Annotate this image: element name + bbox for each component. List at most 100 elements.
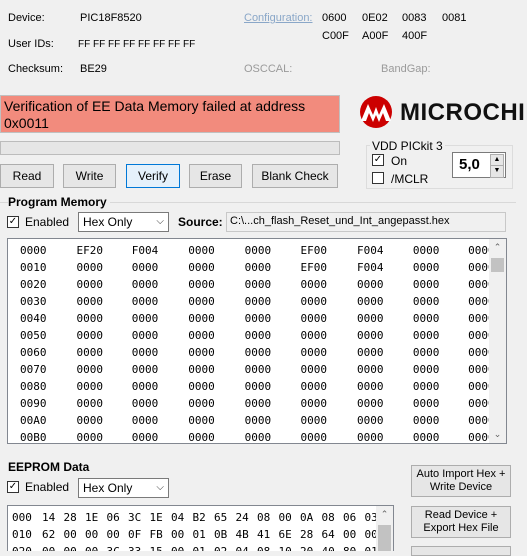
vdd-on-checkbox[interactable]: ✓ [372, 154, 384, 166]
data-cell[interactable]: 0000 [287, 327, 343, 344]
data-cell[interactable]: 0000 [343, 429, 399, 443]
data-cell[interactable]: 0000 [231, 327, 287, 344]
program-mode-select[interactable]: Hex Only ⌵ [78, 212, 169, 232]
data-cell[interactable]: 0000 [62, 259, 117, 276]
data-cell[interactable]: 02 [214, 543, 236, 551]
data-cell[interactable]: 0000 [287, 378, 343, 395]
read-button[interactable]: Read [0, 164, 54, 188]
data-cell[interactable]: 20 [300, 543, 322, 551]
data-cell[interactable]: 0000 [174, 361, 230, 378]
data-cell[interactable]: 10 [279, 543, 301, 551]
data-cell[interactable]: 0000 [399, 378, 454, 395]
eeprom-scrollbar[interactable]: ⌃ [376, 506, 393, 551]
data-cell[interactable]: 06 [343, 509, 365, 526]
data-cell[interactable]: 0000 [118, 327, 174, 344]
data-cell[interactable]: 6E [279, 526, 301, 543]
data-cell[interactable]: 0000 [174, 293, 230, 310]
data-cell[interactable]: 01 [193, 526, 215, 543]
data-cell[interactable]: 06 [107, 509, 129, 526]
data-cell[interactable]: 0000 [231, 395, 287, 412]
data-cell[interactable]: 0000 [399, 327, 454, 344]
data-cell[interactable]: 0000 [231, 259, 287, 276]
data-cell[interactable]: 24 [236, 509, 258, 526]
data-cell[interactable]: 0B [214, 526, 236, 543]
data-cell[interactable]: 0000 [118, 293, 174, 310]
data-cell[interactable]: 28 [300, 526, 322, 543]
data-cell[interactable]: 0000 [399, 395, 454, 412]
data-cell[interactable]: 0000 [287, 395, 343, 412]
data-cell[interactable]: F004 [343, 242, 399, 259]
data-cell[interactable]: 0000 [399, 242, 454, 259]
eeprom-enabled-checkbox[interactable]: ✓ [7, 481, 19, 493]
read-export-button[interactable]: Read Device + Export Hex File [411, 506, 511, 538]
scroll-thumb[interactable] [491, 258, 504, 272]
data-cell[interactable]: 08 [257, 509, 279, 526]
data-cell[interactable]: 0000 [62, 344, 117, 361]
mclr-checkbox[interactable] [372, 172, 384, 184]
erase-button[interactable]: Erase [189, 164, 242, 188]
data-cell[interactable]: 0000 [118, 344, 174, 361]
data-cell[interactable]: EF20 [62, 242, 117, 259]
data-cell[interactable]: 0000 [118, 412, 174, 429]
data-cell[interactable]: 0000 [62, 412, 117, 429]
data-cell[interactable]: 0000 [399, 429, 454, 443]
data-cell[interactable]: 0000 [343, 310, 399, 327]
data-cell[interactable]: 0000 [231, 429, 287, 443]
data-cell[interactable]: 0000 [231, 310, 287, 327]
data-cell[interactable]: 0A [300, 509, 322, 526]
verify-button[interactable]: Verify [126, 164, 180, 188]
data-cell[interactable]: B2 [193, 509, 215, 526]
data-cell[interactable]: 0000 [231, 293, 287, 310]
data-cell[interactable]: 0000 [287, 412, 343, 429]
program-scrollbar[interactable]: ⌃ ⌄ [489, 239, 506, 443]
data-cell[interactable]: 62 [42, 526, 64, 543]
data-cell[interactable]: F004 [118, 242, 174, 259]
data-cell[interactable]: 0000 [287, 361, 343, 378]
data-cell[interactable]: 0000 [118, 259, 174, 276]
voltage-down-button[interactable]: ▼ [490, 165, 504, 178]
data-cell[interactable]: 0000 [174, 259, 230, 276]
data-cell[interactable]: 0000 [174, 310, 230, 327]
data-cell[interactable]: 0000 [343, 276, 399, 293]
data-cell[interactable]: 0000 [399, 276, 454, 293]
data-cell[interactable]: 14 [42, 509, 64, 526]
data-cell[interactable]: 4B [236, 526, 258, 543]
data-cell[interactable]: 00 [64, 526, 86, 543]
data-cell[interactable]: 0000 [118, 378, 174, 395]
data-cell[interactable]: 0000 [287, 293, 343, 310]
data-cell[interactable]: 0000 [231, 412, 287, 429]
data-cell[interactable]: 0000 [343, 412, 399, 429]
extra-button[interactable] [411, 546, 511, 556]
data-cell[interactable]: 0000 [62, 361, 117, 378]
eeprom-mode-select[interactable]: Hex Only ⌵ [78, 478, 169, 498]
data-cell[interactable]: 0000 [231, 276, 287, 293]
data-cell[interactable]: 0000 [62, 310, 117, 327]
data-cell[interactable]: 0000 [287, 276, 343, 293]
data-cell[interactable]: 0F [128, 526, 150, 543]
data-cell[interactable]: 0000 [231, 242, 287, 259]
data-cell[interactable]: 0000 [231, 361, 287, 378]
scroll-up-icon[interactable]: ⌃ [376, 506, 393, 523]
data-cell[interactable]: 0000 [231, 344, 287, 361]
data-cell[interactable]: 0000 [174, 344, 230, 361]
data-cell[interactable]: 1E [150, 509, 172, 526]
data-cell[interactable]: 0000 [62, 429, 117, 443]
data-cell[interactable]: 0000 [118, 395, 174, 412]
data-cell[interactable]: 0000 [174, 242, 230, 259]
data-cell[interactable]: 00 [171, 526, 193, 543]
data-cell[interactable]: 0000 [174, 276, 230, 293]
data-cell[interactable]: 00 [85, 526, 107, 543]
data-cell[interactable]: 0000 [118, 276, 174, 293]
data-cell[interactable]: 00 [64, 543, 86, 551]
data-cell[interactable]: 00 [279, 509, 301, 526]
data-cell[interactable]: 64 [322, 526, 344, 543]
data-cell[interactable]: 01 [193, 543, 215, 551]
voltage-spinner[interactable]: 5,0 ▲ ▼ [452, 152, 506, 178]
data-cell[interactable]: 0000 [62, 276, 117, 293]
data-cell[interactable]: 1E [85, 509, 107, 526]
data-cell[interactable]: 15 [150, 543, 172, 551]
data-cell[interactable]: 08 [257, 543, 279, 551]
data-cell[interactable]: 0000 [343, 378, 399, 395]
data-cell[interactable]: 00 [171, 543, 193, 551]
eeprom-grid[interactable]: 000 14 28 1E 06 3C 1E 04 B2 65 24 08 00 0A 08 06 03 010 62… [7, 505, 394, 551]
